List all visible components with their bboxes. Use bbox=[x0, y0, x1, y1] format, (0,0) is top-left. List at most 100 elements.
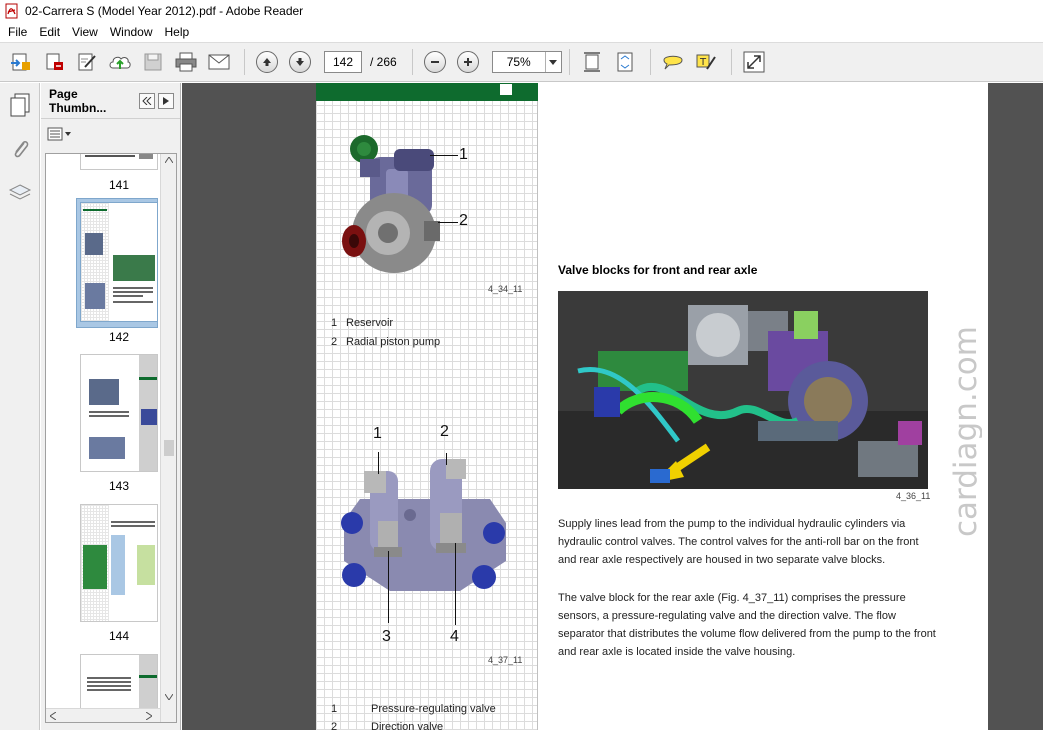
callout-line-6 bbox=[455, 543, 456, 625]
thumbnails-title: Page Thumbn... bbox=[49, 86, 107, 115]
zoom-value: 75% bbox=[506, 55, 531, 69]
menu-bar: File Edit View Window Help bbox=[0, 22, 1043, 42]
attachments-button[interactable] bbox=[0, 127, 40, 171]
menu-help[interactable]: Help bbox=[159, 25, 196, 39]
thumbnail-page-144[interactable] bbox=[80, 504, 158, 622]
engine-bay-illustration bbox=[558, 291, 928, 489]
fit-page-button[interactable] bbox=[610, 47, 640, 77]
page-number-input[interactable] bbox=[324, 51, 362, 73]
document-viewport[interactable]: 1 2 4_34_11 1 Reservoir 2 Radial piston pu… bbox=[182, 83, 1043, 730]
create-pdf-button[interactable] bbox=[6, 47, 36, 77]
pump-illustration bbox=[342, 135, 440, 273]
menu-file[interactable]: File bbox=[2, 25, 33, 39]
paragraph-2: The valve block for the rear axle (Fig. … bbox=[558, 592, 936, 658]
minus-icon bbox=[423, 51, 446, 73]
menu-view[interactable]: View bbox=[66, 25, 104, 39]
full-screen-button[interactable] bbox=[739, 47, 769, 77]
double-chevron-left-icon bbox=[142, 96, 152, 105]
email-button[interactable] bbox=[204, 47, 234, 77]
layers-button[interactable] bbox=[0, 171, 40, 215]
combine-files-button[interactable] bbox=[39, 47, 69, 77]
figure1-legend-2: 2 Radial piston pump bbox=[331, 336, 441, 348]
scroll-up-arrow-icon bbox=[165, 157, 173, 163]
toolbar-separator bbox=[730, 49, 732, 75]
highlight-button[interactable]: T bbox=[691, 47, 721, 77]
chevron-right-icon bbox=[163, 96, 169, 105]
envelope-icon bbox=[208, 54, 230, 70]
figure2-legend-2: 2 Direction valve bbox=[331, 721, 444, 730]
valve-block-illustration bbox=[341, 459, 506, 591]
thumbnail-horizontal-scrollbar[interactable] bbox=[46, 708, 160, 722]
print-button[interactable] bbox=[171, 47, 201, 77]
figure2-callout-2: 2 bbox=[440, 423, 449, 440]
figure2-callout-3: 3 bbox=[382, 628, 391, 645]
arrow-up-icon bbox=[256, 51, 278, 73]
callout-line-5 bbox=[388, 551, 389, 623]
page-total: / 266 bbox=[370, 55, 397, 69]
arrow-down-icon bbox=[289, 51, 311, 73]
expand-icon bbox=[743, 51, 765, 73]
zoom-out-button[interactable] bbox=[420, 47, 450, 77]
thumbnail-label: 141 bbox=[108, 178, 130, 192]
zoom-in-button[interactable] bbox=[453, 47, 483, 77]
figure1-callout-1: 1 bbox=[459, 146, 468, 163]
combine-icon bbox=[46, 53, 63, 70]
highlighter-icon: T bbox=[696, 54, 716, 70]
plus-icon bbox=[456, 51, 479, 73]
menu-edit[interactable]: Edit bbox=[33, 25, 66, 39]
figure1-legend-1: 1 Reservoir bbox=[331, 317, 394, 329]
figure-column: 1 2 4_34_11 1 Reservoir 2 Radial piston pu… bbox=[316, 83, 538, 730]
section-heading: Valve blocks for front and rear axle bbox=[558, 263, 758, 277]
previous-page-button[interactable] bbox=[252, 47, 282, 77]
thumbnail-page-143[interactable] bbox=[80, 354, 158, 472]
thumbnail-label: 144 bbox=[108, 629, 130, 643]
callout-line-4 bbox=[446, 453, 447, 465]
thumbnail-page-141[interactable] bbox=[80, 154, 158, 170]
printer-icon bbox=[175, 52, 197, 72]
scroll-left-arrow-icon bbox=[50, 712, 56, 720]
thumbnail-page-142[interactable] bbox=[80, 202, 158, 322]
paragraph-1: Supply lines lead from the pump to the i… bbox=[558, 518, 919, 566]
toolbar-separator bbox=[244, 49, 245, 75]
pdf-page: 1 2 4_34_11 1 Reservoir 2 Radial piston pu… bbox=[316, 83, 988, 730]
speech-bubble-icon bbox=[663, 55, 683, 70]
save-icon bbox=[144, 53, 162, 71]
thumbnails-panel: Page Thumbn... 141 142 143 144 bbox=[41, 83, 181, 730]
comment-button[interactable] bbox=[658, 47, 688, 77]
watermark: cardiagn.com bbox=[952, 326, 982, 537]
fit-scroll-icon bbox=[583, 52, 600, 72]
callout-line-1 bbox=[430, 155, 458, 156]
next-page-button[interactable] bbox=[285, 47, 315, 77]
thumbnail-vertical-scrollbar[interactable] bbox=[160, 154, 176, 722]
save-button[interactable] bbox=[138, 47, 168, 77]
callout-line-2 bbox=[438, 222, 458, 223]
fit-page-scroll-button[interactable] bbox=[577, 47, 607, 77]
options-menu-button[interactable] bbox=[47, 127, 73, 141]
collapse-panel-button[interactable] bbox=[139, 92, 155, 109]
callout-line-3 bbox=[378, 452, 379, 474]
list-options-icon bbox=[47, 127, 71, 141]
thumbnails-header: Page Thumbn... bbox=[41, 83, 180, 119]
toolbar-separator bbox=[649, 49, 651, 75]
pdf-icon bbox=[4, 3, 20, 19]
sign-icon bbox=[78, 53, 96, 71]
title-bar: 02-Carrera S (Model Year 2012).pdf - Ado… bbox=[0, 0, 1043, 22]
svg-text:T: T bbox=[699, 57, 707, 68]
watermark-text: cardiagn.com bbox=[952, 326, 982, 537]
zoom-select[interactable]: 75% bbox=[491, 51, 562, 73]
upload-button[interactable] bbox=[105, 47, 135, 77]
expand-panel-button[interactable] bbox=[158, 92, 174, 109]
thumbnail-list[interactable]: 141 142 143 144 bbox=[45, 153, 177, 723]
thumbnail-options-row bbox=[41, 119, 180, 149]
sign-button[interactable] bbox=[72, 47, 102, 77]
figure3-caption: 4_36_11 bbox=[896, 491, 931, 501]
navigation-pane-strip bbox=[0, 83, 40, 730]
page-thumbnails-button[interactable] bbox=[0, 83, 40, 127]
menu-window[interactable]: Window bbox=[104, 25, 159, 39]
scrollbar-thumb[interactable] bbox=[164, 440, 174, 456]
cloud-upload-icon bbox=[109, 56, 131, 69]
thumbnail-label: 143 bbox=[108, 479, 130, 493]
create-pdf-icon bbox=[11, 53, 30, 71]
fit-page-icon bbox=[617, 52, 633, 72]
figure2-callout-4: 4 bbox=[450, 628, 459, 645]
